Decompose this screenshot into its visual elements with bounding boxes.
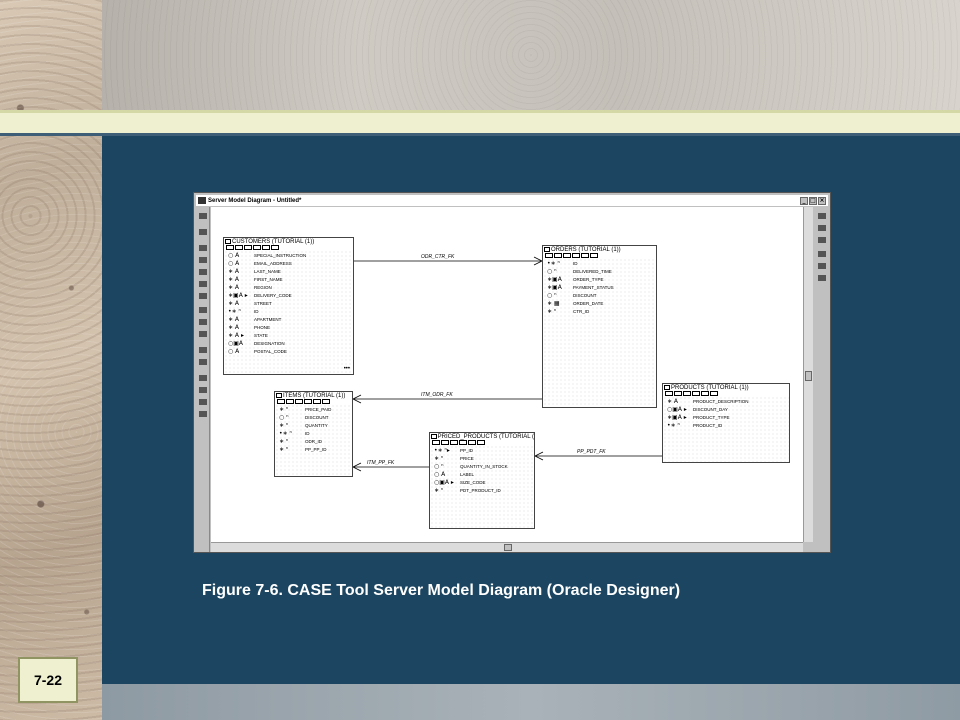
server-model-window: Server Model Diagram - Untitled* _ □ × O… [193, 192, 831, 553]
grid-icon[interactable] [818, 275, 826, 281]
maximize-button[interactable]: □ [809, 196, 817, 205]
minimize-button[interactable]: _ [800, 196, 808, 205]
table-column[interactable]: ○▣A ▸ DISCOUNT_DAY [663, 405, 789, 413]
granite-background-left [0, 0, 102, 720]
table-column[interactable]: ○ A EMAIL_ADDRESS [224, 259, 353, 267]
table-column[interactable]: ○ ⁿ DISCOUNT [275, 413, 352, 421]
table-title: PRICED_PRODUCTS (TUTORIAL ( [437, 433, 534, 440]
more-columns-indicator[interactable]: ••• [344, 366, 350, 372]
table-column[interactable]: ∗ ⁿ CTR_ID [543, 307, 656, 315]
table-column[interactable]: ∗ A REGION [224, 283, 353, 291]
table-column[interactable]: ○ ⁿ DISCOUNT [543, 291, 656, 299]
navigator-icon[interactable] [818, 225, 826, 231]
table-column[interactable]: ∗ ⁿ PRICE_PAID [275, 405, 352, 413]
zoom-out-icon[interactable] [199, 387, 207, 393]
table-column[interactable]: ∗ A STREET [224, 299, 353, 307]
accent-bar [0, 110, 960, 136]
table-icon [225, 239, 231, 244]
snapshot-tool-icon[interactable] [199, 269, 207, 275]
window-title: Server Model Diagram - Untitled* [208, 197, 302, 204]
table-column[interactable]: •∗ ⁿ ID [275, 429, 352, 437]
align-icon[interactable] [818, 251, 826, 257]
table-column[interactable]: ∗ ▦ ORDER_DATE [543, 299, 656, 307]
join-tool-icon[interactable] [199, 359, 207, 365]
properties-icon[interactable] [818, 213, 826, 219]
left-toolbar [196, 207, 210, 552]
fit-icon[interactable] [199, 399, 207, 405]
scroll-thumb[interactable] [504, 544, 512, 551]
slide-number: 7-22 [18, 657, 78, 703]
table-icon [544, 247, 550, 252]
key-tool-icon[interactable] [199, 319, 207, 325]
table-title: ITEMS (TUTORIAL (1)) [283, 392, 346, 399]
table-column[interactable]: ∗▣A ▸ PRODUCT_TYPE [663, 413, 789, 421]
table-title: PRODUCTS (TUTORIAL (1)) [671, 384, 749, 391]
bottom-banner [102, 684, 960, 720]
table-column[interactable]: ∗ A PRODUCT_DESCRIPTION [663, 397, 789, 405]
link-tool-icon[interactable] [199, 347, 207, 353]
table-column[interactable]: ∗ ⁿ PDT_PRODUCT_ID [430, 486, 534, 494]
table-column[interactable]: ○▣A DESIGNATION [224, 339, 353, 347]
hand-tool-icon[interactable] [199, 213, 207, 219]
figure-caption: Figure 7-6. CASE Tool Server Model Diagr… [202, 582, 681, 599]
table-column[interactable]: ∗ ⁿ QUANTITY [275, 421, 352, 429]
table-priced-products[interactable]: PRICED_PRODUCTS (TUTORIAL ( •∗ ⁿ▸ PP_ID ∗… [429, 432, 535, 529]
table-column[interactable]: •∗ ⁿ ID [543, 259, 656, 267]
table-column[interactable]: ○ A POSTAL_CODE [224, 347, 353, 355]
table-title: ORDERS (TUTORIAL (1)) [551, 246, 621, 253]
pointer-tool-icon[interactable] [199, 229, 207, 235]
table-column[interactable]: ∗ ⁿ ODR_ID [275, 437, 352, 445]
table-column[interactable]: ∗▣A ▸ DELIVERY_CODE [224, 291, 353, 299]
table-column[interactable]: ∗▣A PAYMENT_STATUS [543, 283, 656, 291]
table-column[interactable]: ∗ A PHONE [224, 323, 353, 331]
table-column[interactable]: ○ ⁿ DELIVERED_TIME [543, 267, 656, 275]
table-products[interactable]: PRODUCTS (TUTORIAL (1)) ∗ A PRODUCT_DESCR… [662, 383, 790, 463]
right-toolbar [814, 207, 830, 552]
scroll-thumb[interactable] [805, 371, 812, 381]
fk-label-pp-pdt: PP_PDT_FK [577, 449, 606, 455]
fk-label-odr-ctr: ODR_CTR_FK [421, 254, 455, 260]
horizontal-scrollbar[interactable] [211, 542, 803, 552]
vertical-scrollbar[interactable] [803, 207, 813, 542]
table-column[interactable]: ○ A SPECIAL_INSTRUCTION [224, 251, 353, 259]
table-customers[interactable]: CUSTOMERS (TUTORIAL (1)) ○ A SPECIAL_INST… [223, 237, 354, 375]
cluster-tool-icon[interactable] [199, 281, 207, 287]
table-icon [664, 385, 670, 390]
table-items[interactable]: ITEMS (TUTORIAL (1)) ∗ ⁿ PRICE_PAID ○ ⁿ DI… [274, 391, 353, 477]
check-tool-icon[interactable] [199, 331, 207, 337]
table-column[interactable]: ∗▣A ORDER_TYPE [543, 275, 656, 283]
diagram-canvas[interactable]: ODR_CTR_FK ITM_ODR_FK ITM_PP_FK PP_PDT_F… [211, 207, 803, 542]
foreign-key-tool-icon[interactable] [199, 307, 207, 313]
table-column[interactable]: ∗ A APARTMENT [224, 315, 353, 323]
table-column[interactable]: ∗ A ▸ STATE [224, 331, 353, 339]
palette-icon[interactable] [818, 237, 826, 243]
distribute-icon[interactable] [818, 263, 826, 269]
close-button[interactable]: × [818, 196, 826, 205]
fk-label-itm-odr: ITM_ODR_FK [421, 392, 453, 398]
table-column[interactable]: ∗ A LAST_NAME [224, 267, 353, 275]
zoom-in-icon[interactable] [199, 375, 207, 381]
app-icon [198, 197, 206, 204]
table-icon [431, 434, 437, 439]
table-column[interactable]: ∗ ⁿ PP_PP_ID [275, 445, 352, 453]
table-column[interactable]: ○▣A ▸ SIZE_CODE [430, 478, 534, 486]
window-title-bar: Server Model Diagram - Untitled* _ □ × [196, 195, 828, 206]
table-column[interactable]: ○ ⁿ QUANTITY_IN_STOCK [430, 462, 534, 470]
table-column[interactable]: ○ A LABEL [430, 470, 534, 478]
table-title: CUSTOMERS (TUTORIAL (1)) [232, 238, 315, 245]
table-column[interactable]: ∗ ⁿ PRICE [430, 454, 534, 462]
fk-label-itm-pp: ITM_PP_FK [367, 460, 395, 466]
view-tool-icon[interactable] [199, 257, 207, 263]
table-column[interactable]: •∗ ⁿ PRODUCT_ID [663, 421, 789, 429]
table-tool-icon[interactable] [199, 245, 207, 251]
table-column[interactable]: ∗ A FIRST_NAME [224, 275, 353, 283]
table-column[interactable]: •∗ ⁿ▸ PP_ID [430, 446, 534, 454]
table-column[interactable]: •∗ ⁿ ID [224, 307, 353, 315]
top-banner [102, 0, 960, 110]
table-orders[interactable]: ORDERS (TUTORIAL (1)) •∗ ⁿ ID ○ ⁿ DELIVERE… [542, 245, 657, 408]
table-icon [276, 393, 282, 398]
sequence-tool-icon[interactable] [199, 293, 207, 299]
layout-icon[interactable] [199, 411, 207, 417]
